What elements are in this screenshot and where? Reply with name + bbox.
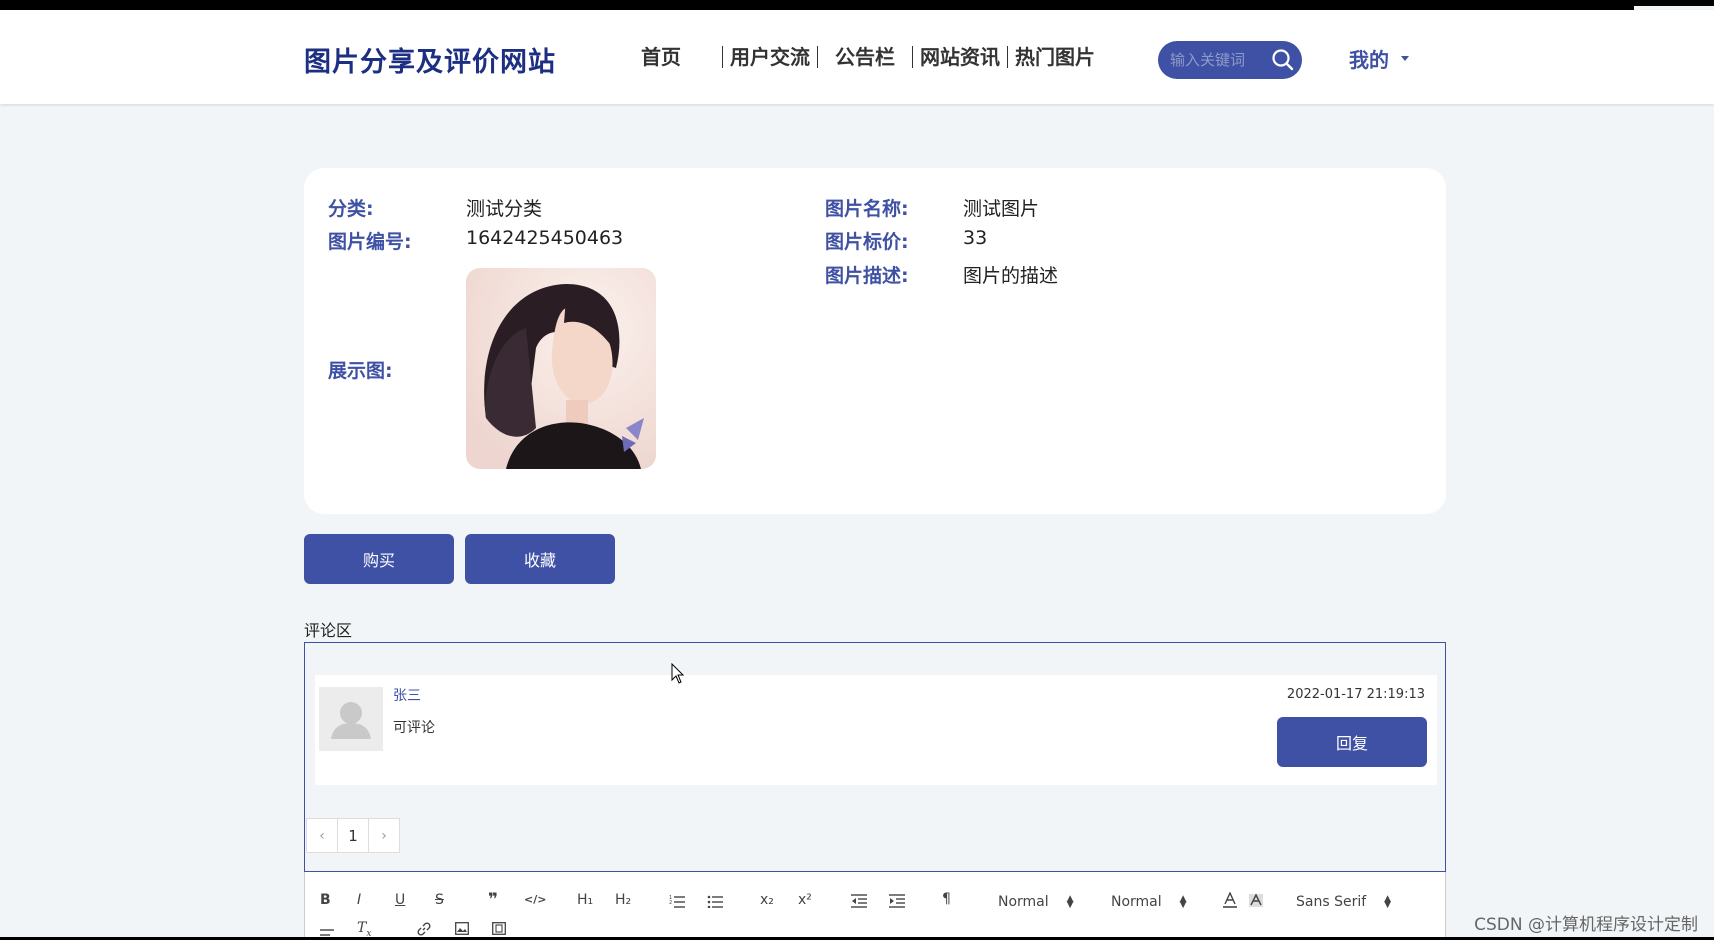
comments-title: 评论区 xyxy=(304,621,353,640)
size-select[interactable]: Normal ▲ ▼ xyxy=(998,894,1074,910)
category-value: 测试分类 xyxy=(466,198,543,220)
rich-text-editor-toolbar: B I U S ❞ </> H₁ H₂ 1 2 x₂ x² ¶ Normal ▲… xyxy=(304,872,1446,940)
description-value: 图片的描述 xyxy=(963,265,1059,287)
category-label: 分类: xyxy=(328,198,374,220)
top-frame-bar-right xyxy=(1634,0,1714,6)
nav-site-news[interactable]: 网站资讯 xyxy=(913,45,1007,69)
reply-button[interactable]: 回复 xyxy=(1277,717,1427,767)
image-detail-card: 分类: 测试分类 图片编号: 1642425450463 展示图: 图片名称: … xyxy=(304,168,1446,514)
svg-text:2: 2 xyxy=(669,900,672,906)
site-header: 图片分享及评价网站 首页 用户交流 公告栏 网站资讯 热门图片 我的 xyxy=(0,10,1714,104)
preview-image[interactable] xyxy=(466,268,656,469)
code-value: 1642425450463 xyxy=(466,227,624,249)
search-input[interactable] xyxy=(1170,48,1266,72)
bullet-list-icon[interactable] xyxy=(707,894,723,908)
text-color-icon[interactable] xyxy=(1223,892,1237,908)
select-arrows-icon: ▲ ▼ xyxy=(1179,894,1187,910)
search-box xyxy=(1158,41,1302,79)
next-page-button[interactable]: › xyxy=(368,818,400,853)
main-nav: 首页 用户交流 公告栏 网站资讯 热门图片 xyxy=(634,45,1102,69)
link-icon[interactable] xyxy=(417,922,431,936)
nav-user-exchange[interactable]: 用户交流 xyxy=(723,45,817,69)
prev-page-button[interactable]: ‹ xyxy=(306,818,338,853)
price-value: 33 xyxy=(963,227,988,249)
preview-label: 展示图: xyxy=(328,360,393,382)
price-label: 图片标价: xyxy=(825,231,909,253)
nav-hot-images[interactable]: 热门图片 xyxy=(1008,45,1102,69)
size-select-value: Normal xyxy=(998,894,1049,910)
indent-icon[interactable] xyxy=(889,894,905,908)
superscript-button[interactable]: x² xyxy=(798,892,812,908)
mouse-cursor-icon xyxy=(671,663,685,684)
avatar xyxy=(319,687,383,751)
comment-time: 2022-01-17 21:19:13 xyxy=(1286,687,1425,702)
code-block-button[interactable]: </> xyxy=(524,893,546,906)
clear-format-icon[interactable]: Tx xyxy=(357,920,371,939)
code-label: 图片编号: xyxy=(328,231,412,253)
select-arrows-icon: ▲ ▼ xyxy=(1384,894,1392,910)
user-menu[interactable]: 我的 xyxy=(1349,44,1409,73)
align-icon[interactable] xyxy=(320,924,334,936)
font-select[interactable]: Sans Serif ▲ ▼ xyxy=(1296,894,1391,910)
favorite-button[interactable]: 收藏 xyxy=(465,534,615,584)
top-frame-bar xyxy=(0,0,1634,10)
caret-down-icon xyxy=(1401,56,1409,61)
image-icon[interactable] xyxy=(455,922,469,935)
portrait-illustration xyxy=(466,268,656,469)
default-avatar-icon xyxy=(331,702,371,739)
bold-button[interactable]: B xyxy=(320,892,331,908)
outdent-icon[interactable] xyxy=(851,894,867,908)
nav-home[interactable]: 首页 xyxy=(634,45,688,69)
nav-divider xyxy=(817,46,818,68)
subscript-button[interactable]: x₂ xyxy=(760,892,774,908)
comment-author[interactable]: 张三 xyxy=(393,685,421,705)
heading-1-button[interactable]: H₁ xyxy=(577,892,593,908)
pagination: ‹ 1 › xyxy=(306,818,400,853)
text-direction-button[interactable]: ¶ xyxy=(942,891,951,907)
comments-panel: 张三 可评论 2022-01-17 21:19:13 回复 ‹ 1 › xyxy=(304,642,1446,872)
background-color-icon[interactable] xyxy=(1249,892,1263,908)
search-icon[interactable] xyxy=(1270,47,1296,73)
underline-button[interactable]: U xyxy=(395,892,405,908)
heading-2-button[interactable]: H₂ xyxy=(615,892,631,908)
video-icon[interactable] xyxy=(492,922,506,935)
header-select[interactable]: Normal ▲ ▼ xyxy=(1111,894,1187,910)
name-label: 图片名称: xyxy=(825,198,909,220)
name-value: 测试图片 xyxy=(963,198,1040,220)
strikethrough-button[interactable]: S xyxy=(435,892,444,908)
comment-item: 张三 可评论 2022-01-17 21:19:13 回复 xyxy=(315,675,1437,785)
nav-notice-board[interactable]: 公告栏 xyxy=(828,45,902,69)
blockquote-button[interactable]: ❞ xyxy=(488,890,498,910)
user-menu-label: 我的 xyxy=(1349,48,1389,72)
buy-button[interactable]: 购买 xyxy=(304,534,454,584)
page-number-button[interactable]: 1 xyxy=(337,818,369,853)
comment-text: 可评论 xyxy=(393,720,435,736)
watermark: CSDN @计算机程序设计定制 xyxy=(1474,915,1698,935)
site-logo[interactable]: 图片分享及评价网站 xyxy=(304,40,556,79)
description-label: 图片描述: xyxy=(825,265,909,287)
select-arrows-icon: ▲ ▼ xyxy=(1066,894,1074,910)
header-select-value: Normal xyxy=(1111,894,1162,910)
ordered-list-icon[interactable]: 1 2 xyxy=(669,894,685,908)
italic-button[interactable]: I xyxy=(357,892,361,908)
font-select-value: Sans Serif xyxy=(1296,894,1367,910)
